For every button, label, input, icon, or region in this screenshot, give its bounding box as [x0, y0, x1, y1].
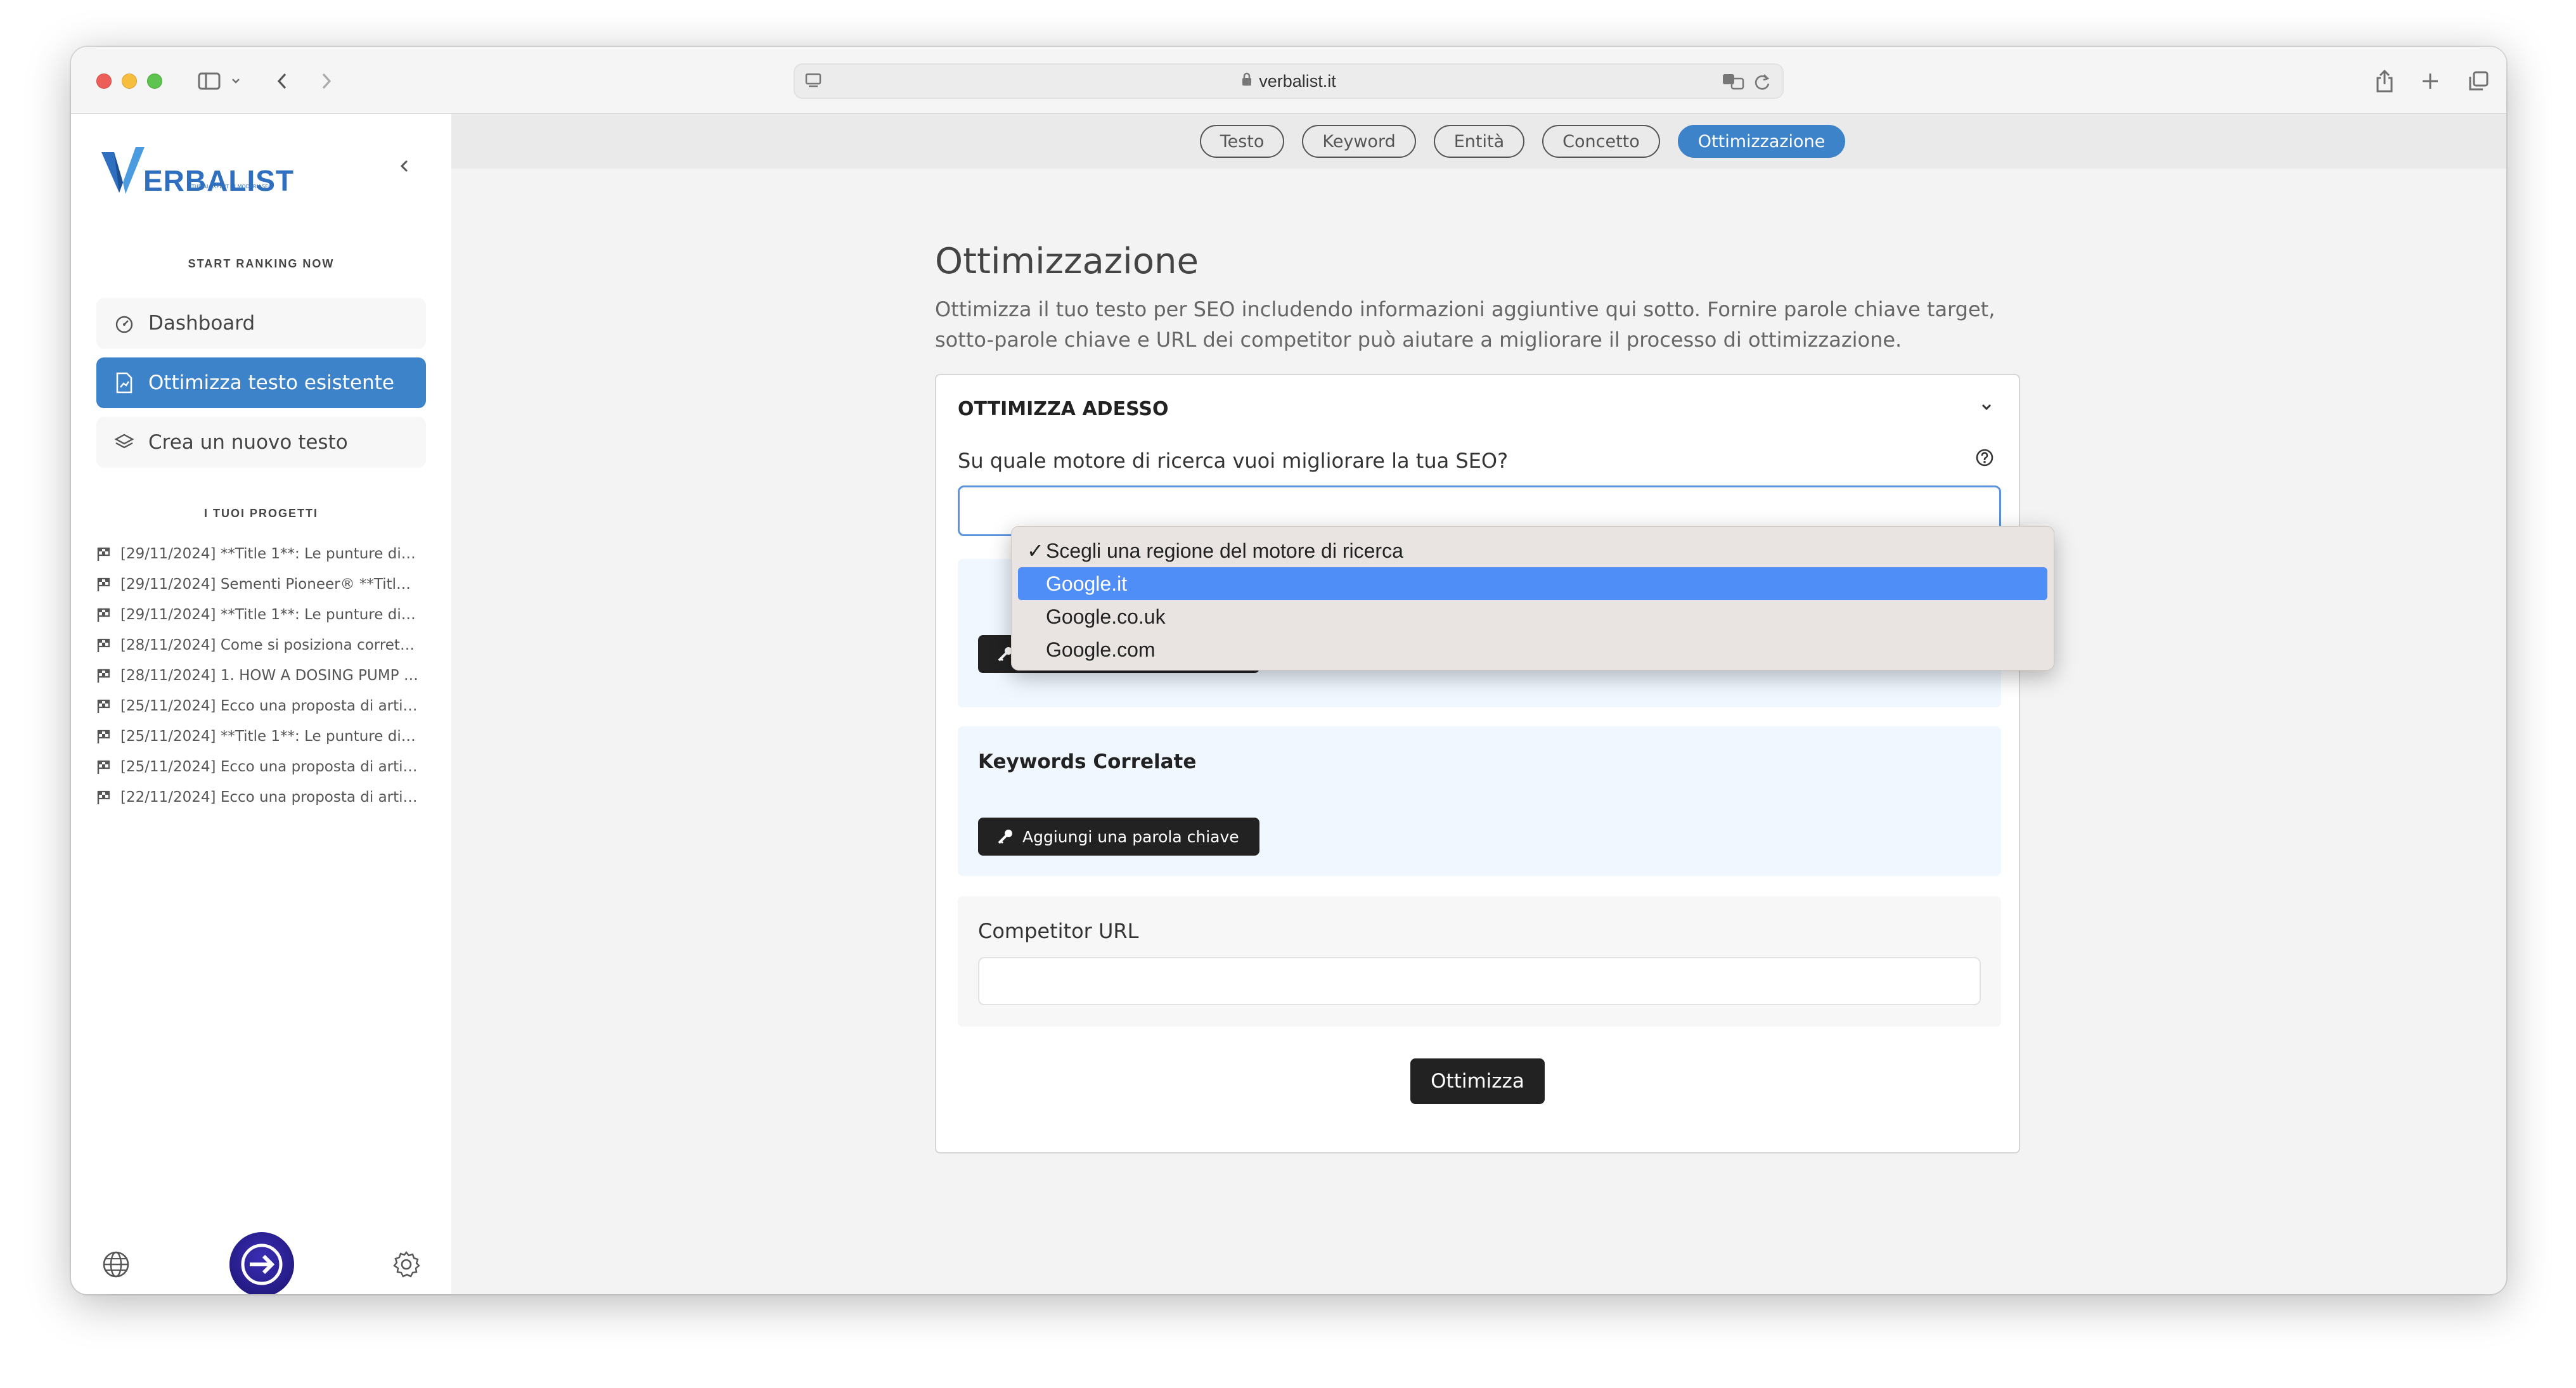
ottimizza-button[interactable]: Ottimizza [1410, 1058, 1545, 1104]
key-icon [997, 828, 1014, 845]
flag-icon [96, 698, 114, 714]
search-engine-dropdown: ✓ Scegli una regione del motore di ricer… [1011, 526, 2054, 671]
chevron-down-icon[interactable] [229, 66, 242, 96]
tab-entita[interactable]: Entità [1433, 125, 1525, 158]
add-keyword-label: Aggiungi una parola chiave [1022, 827, 1239, 846]
dropdown-option-google-co-uk[interactable]: Google.co.uk [1018, 600, 2047, 633]
logo-text: ERBALIST [143, 164, 294, 197]
tab-overview-icon[interactable] [2466, 66, 2491, 96]
user-avatar[interactable] [229, 1232, 294, 1294]
project-item[interactable]: [28/11/2024] Come si posiziona correttam… [96, 631, 426, 659]
flag-icon [96, 638, 114, 653]
forward-arrow-icon[interactable] [317, 66, 336, 96]
nav-ottimizza-testo[interactable]: Ottimizza testo esistente [96, 357, 426, 408]
project-item[interactable]: [22/11/2024] Ecco una proposta di artico… [96, 783, 426, 811]
nav-label: Dashboard [148, 312, 255, 335]
tab-keyword[interactable]: Keyword [1302, 125, 1416, 158]
dropdown-option-label: Google.co.uk [1046, 605, 1166, 628]
main-content: Testo Keyword Entità Concetto Ottimizzaz… [451, 114, 2506, 1294]
project-item[interactable]: [29/11/2024] **Title 1**: Le punture di … [96, 601, 426, 629]
nav-label: Crea un nuovo testo [148, 431, 348, 454]
minimize-window-button[interactable] [122, 74, 137, 89]
dropdown-option-placeholder[interactable]: ✓ Scegli una regione del motore di ricer… [1018, 534, 2047, 567]
dropdown-option-google-it[interactable]: Google.it [1018, 567, 2047, 600]
project-item[interactable]: [25/11/2024] **Title 1**: Le punture di … [96, 723, 426, 750]
login-arrow-icon [241, 1243, 283, 1285]
add-related-keyword-button[interactable]: Aggiungi una parola chiave [978, 818, 1259, 856]
reload-icon[interactable] [1753, 72, 1771, 96]
dashboard-icon [112, 311, 137, 336]
globe-icon[interactable] [100, 1249, 132, 1280]
checkmark-icon: ✓ [1027, 539, 1044, 562]
competitor-url-label: Competitor URL [978, 919, 1139, 943]
tab-testo[interactable]: Testo [1199, 125, 1285, 158]
flag-icon [96, 668, 114, 683]
flag-icon [96, 729, 114, 744]
project-title: [25/11/2024] Ecco una proposta di artico… [120, 759, 418, 775]
project-item[interactable]: [29/11/2024] **Title 1**: Le punture di … [96, 540, 426, 568]
project-item[interactable]: [29/11/2024] Sementi Pioneer® **Title 1*… [96, 570, 426, 598]
logo-v-icon [101, 147, 145, 194]
logo-tagline: THE AI EXPERT IN MODERN SEO [191, 184, 273, 190]
project-item[interactable]: [25/11/2024] Ecco una proposta di artico… [96, 692, 426, 720]
optimize-card: OTTIMIZZA ADESSO Su quale motore di rice… [935, 374, 2020, 1153]
chevron-down-icon[interactable] [1981, 402, 1992, 414]
page-description: Ottimizza il tuo testo per SEO includend… [935, 297, 1995, 352]
gear-icon[interactable] [390, 1249, 422, 1280]
browser-window: verbalist.it ERBALIST THE AI EXPERT IN M… [71, 47, 2506, 1294]
related-keywords-panel: Keywords Correlate Aggiungi una parola c… [958, 726, 2001, 876]
page-settings-icon[interactable] [804, 71, 823, 94]
flag-icon [96, 790, 114, 805]
tab-ottimizzazione[interactable]: Ottimizzazione [1677, 125, 1846, 158]
flag-icon [96, 546, 114, 562]
search-engine-question: Su quale motore di ricerca vuoi migliora… [958, 449, 1509, 473]
competitor-panel: Competitor URL [958, 896, 2001, 1027]
project-title: [25/11/2024] **Title 1**: Le punture di … [120, 728, 418, 745]
lock-icon [1241, 72, 1253, 91]
related-keywords-title: Keywords Correlate [978, 750, 1197, 773]
address-bar[interactable]: verbalist.it [794, 63, 1784, 99]
card-title: OTTIMIZZA ADESSO [958, 398, 1169, 420]
sidebar-toggle-icon[interactable] [195, 66, 223, 96]
nav-label: Ottimizza testo esistente [148, 371, 394, 394]
project-item[interactable]: [28/11/2024] 1. HOW A DOSING PUMP WORKS [96, 662, 426, 690]
translate-icon[interactable] [1722, 72, 1746, 96]
back-arrow-icon[interactable] [273, 66, 292, 96]
dropdown-option-google-com[interactable]: Google.com [1018, 633, 2047, 666]
page-title: Ottimizzazione [935, 241, 1199, 282]
url-text: verbalist.it [1259, 71, 1336, 91]
nav-dashboard[interactable]: Dashboard [96, 298, 426, 349]
project-title: [29/11/2024] **Title 1**: Le punture di … [120, 607, 418, 623]
flag-icon [96, 607, 114, 622]
help-icon[interactable] [1974, 447, 1995, 470]
project-title: [28/11/2024] Come si posiziona correttam… [120, 637, 418, 653]
sidebar: ERBALIST THE AI EXPERT IN MODERN SEO STA… [71, 114, 451, 1294]
new-tab-icon[interactable] [2418, 66, 2443, 96]
project-item[interactable]: [25/11/2024] Ecco una proposta di artico… [96, 753, 426, 781]
layers-icon [112, 430, 137, 455]
project-title: [29/11/2024] **Title 1**: Le punture di … [120, 546, 418, 562]
browser-titlebar: verbalist.it [71, 47, 2506, 114]
dropdown-option-label: Google.com [1046, 638, 1156, 661]
dropdown-option-label: Scegli una regione del motore di ricerca [1046, 539, 1403, 562]
project-title: [29/11/2024] Sementi Pioneer® **Title 1*… [120, 576, 418, 593]
section-start-heading: START RANKING NOW [188, 257, 335, 270]
collapse-sidebar-icon[interactable] [398, 157, 411, 177]
flag-icon [96, 759, 114, 774]
project-title: [22/11/2024] Ecco una proposta di artico… [120, 789, 418, 806]
share-icon[interactable] [2372, 66, 2397, 96]
dropdown-option-label: Google.it [1046, 572, 1128, 595]
competitor-url-input[interactable] [978, 957, 1981, 1005]
section-projects-heading: I TUOI PROGETTI [203, 507, 318, 520]
nav-crea-testo[interactable]: Crea un nuovo testo [96, 417, 426, 468]
project-title: [25/11/2024] Ecco una proposta di artico… [120, 698, 418, 714]
tab-concetto[interactable]: Concetto [1542, 125, 1660, 158]
zoom-window-button[interactable] [147, 74, 162, 89]
document-chart-icon [112, 370, 137, 395]
close-window-button[interactable] [96, 74, 112, 89]
project-title: [28/11/2024] 1. HOW A DOSING PUMP WORKS [120, 667, 418, 684]
step-tabs: Testo Keyword Entità Concetto Ottimizzaz… [451, 114, 2506, 169]
flag-icon [96, 577, 114, 592]
